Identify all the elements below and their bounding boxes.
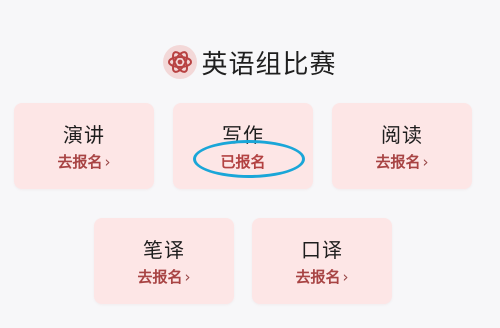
register-label: 去报名 — [57, 153, 103, 171]
chevron-right-icon: › — [184, 268, 191, 286]
card-translation[interactable]: 笔译 去报名 › — [94, 218, 234, 304]
page-header: 英语组比赛 — [0, 36, 500, 88]
card-title: 口译 — [301, 238, 343, 262]
competition-panel: 英语组比赛 演讲 去报名 › 写作 已报名 阅读 去报名 › 笔译 去报名 › 口译 … — [0, 0, 500, 328]
register-link[interactable]: 去报名 › — [14, 151, 154, 172]
registered-status: 已报名 — [173, 151, 313, 172]
card-interpretation[interactable]: 口译 去报名 › — [252, 218, 392, 304]
atom-icon — [163, 45, 198, 79]
card-title: 笔译 — [143, 238, 185, 262]
register-link[interactable]: 去报名 › — [332, 151, 472, 172]
chevron-right-icon: › — [422, 153, 429, 171]
chevron-right-icon: › — [104, 153, 111, 171]
page-title: 英语组比赛 — [201, 49, 337, 80]
register-label: 去报名 — [375, 153, 421, 171]
register-label: 去报名 — [137, 268, 183, 286]
card-title: 演讲 — [63, 123, 105, 147]
card-speech[interactable]: 演讲 去报名 › — [14, 103, 154, 189]
register-link[interactable]: 去报名 › — [94, 266, 234, 287]
register-link[interactable]: 去报名 › — [252, 266, 392, 287]
card-title: 阅读 — [381, 123, 423, 147]
card-reading[interactable]: 阅读 去报名 › — [332, 103, 472, 189]
card-title: 写作 — [222, 123, 264, 147]
registered-label: 已报名 — [220, 153, 266, 171]
card-writing[interactable]: 写作 已报名 — [173, 103, 313, 189]
chevron-right-icon: › — [342, 268, 349, 286]
register-label: 去报名 — [295, 268, 341, 286]
